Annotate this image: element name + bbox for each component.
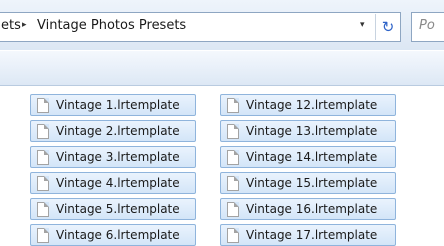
file-item[interactable]: Vintage 2.lrtemplate [30,120,196,142]
document-icon [227,202,239,217]
file-name: Vintage 1.lrtemplate [56,98,180,112]
title-bar-area: ets ▸ Vintage Photos Presets ▾ ↻ Po [0,0,444,50]
file-name: Vintage 5.lrtemplate [56,202,180,216]
refresh-icon[interactable]: ↻ [375,14,400,40]
file-item[interactable]: Vintage 14.lrtemplate [220,146,396,168]
file-item[interactable]: Vintage 1.lrtemplate [30,94,196,116]
file-item[interactable]: Vintage 15.lrtemplate [220,172,396,194]
file-item[interactable]: Vintage 3.lrtemplate [30,146,196,168]
file-item[interactable]: Vintage 4.lrtemplate [30,172,196,194]
document-icon [37,176,49,191]
document-icon [227,98,239,113]
document-icon [227,150,239,165]
file-name: Vintage 4.lrtemplate [56,176,180,190]
file-name: Vintage 14.lrtemplate [246,150,378,164]
document-icon [37,98,49,113]
breadcrumb-separator-icon[interactable]: ▸ [22,20,27,30]
file-name: Vintage 15.lrtemplate [246,176,378,190]
file-item[interactable]: Vintage 17.lrtemplate [220,224,396,246]
search-input[interactable]: Po [411,12,444,42]
file-name: Vintage 13.lrtemplate [246,124,378,138]
file-name: Vintage 16.lrtemplate [246,202,378,216]
document-icon [37,228,49,243]
document-icon [37,202,49,217]
breadcrumb-current[interactable]: Vintage Photos Presets [37,18,186,33]
address-bar[interactable]: ets ▸ Vintage Photos Presets ▾ ↻ [0,12,401,42]
file-item[interactable]: Vintage 5.lrtemplate [30,198,196,220]
file-name: Vintage 2.lrtemplate [56,124,180,138]
file-item[interactable]: Vintage 6.lrtemplate [30,224,196,246]
search-placeholder: Po [419,18,435,33]
document-icon [37,124,49,139]
document-icon [227,124,239,139]
document-icon [227,176,239,191]
command-toolbar [0,51,444,86]
file-item[interactable]: Vintage 16.lrtemplate [220,198,396,220]
file-name: Vintage 12.lrtemplate [246,98,378,112]
file-item[interactable]: Vintage 13.lrtemplate [220,120,396,142]
breadcrumb-previous[interactable]: ets [1,18,21,33]
file-name: Vintage 17.lrtemplate [246,228,378,242]
file-item[interactable]: Vintage 12.lrtemplate [220,94,396,116]
document-icon [227,228,239,243]
address-dropdown-icon[interactable]: ▾ [360,20,365,30]
document-icon [37,150,49,165]
file-name: Vintage 3.lrtemplate [56,150,180,164]
file-name: Vintage 6.lrtemplate [56,228,180,242]
file-list: Vintage 1.lrtemplate Vintage 2.lrtemplat… [0,86,444,246]
